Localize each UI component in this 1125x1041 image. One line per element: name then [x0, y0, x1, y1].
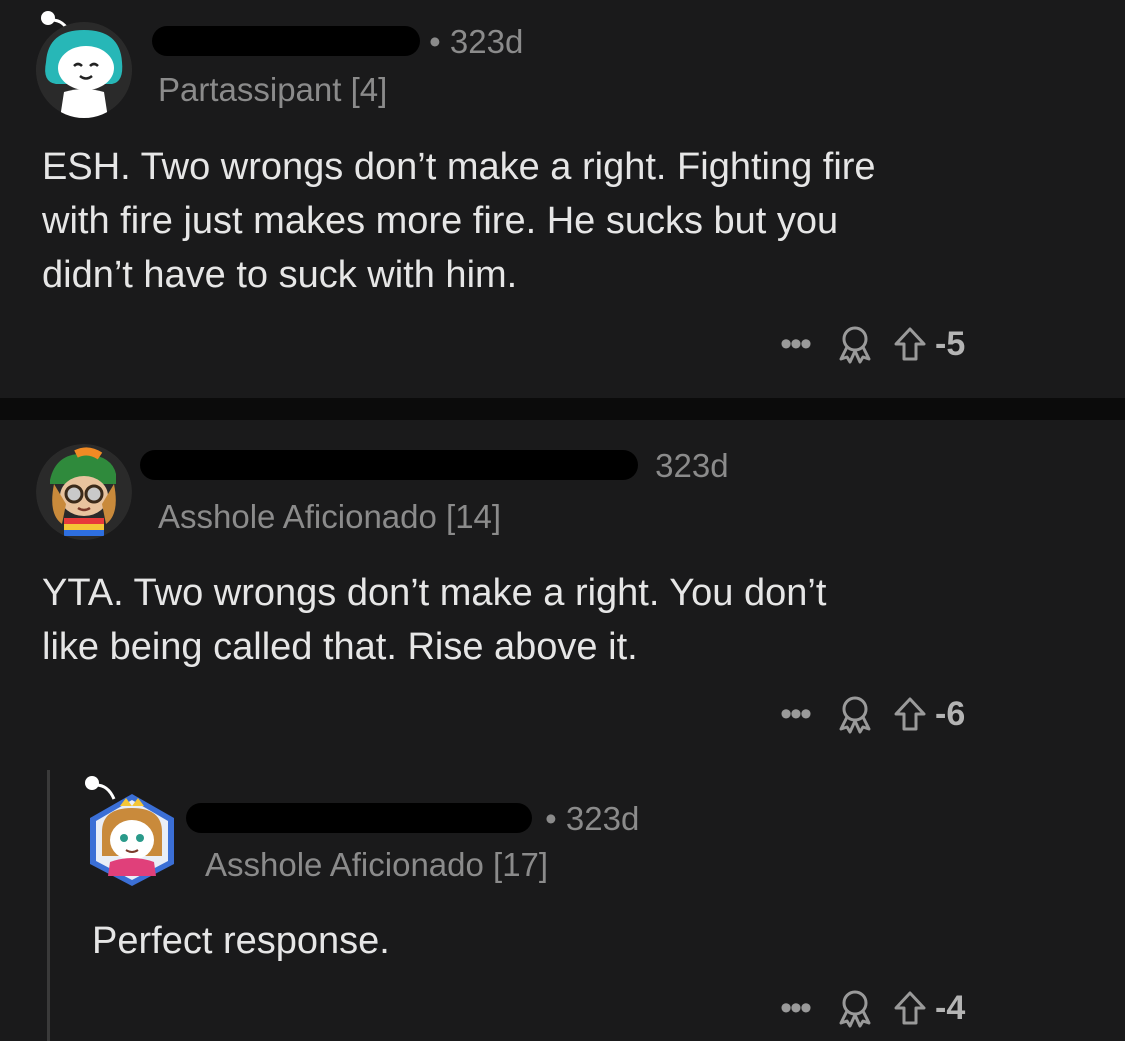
award-icon[interactable]	[825, 986, 885, 1030]
comment-body: Perfect response.	[92, 914, 1092, 968]
comment-actions: ••• -6	[765, 692, 979, 736]
vote-score: -6	[935, 695, 966, 733]
vote-score: -5	[935, 325, 966, 363]
upvote-arrow-icon[interactable]	[885, 692, 935, 736]
upvote-arrow-icon[interactable]	[885, 986, 935, 1030]
comment-timestamp: • 323d	[545, 800, 640, 837]
author-row: • 323d	[186, 799, 639, 839]
vote-score: -4	[935, 989, 966, 1027]
comment-body-line: didn’t have to suck with him.	[42, 254, 518, 296]
user-avatar[interactable]	[36, 22, 132, 118]
award-icon[interactable]	[825, 322, 885, 366]
redacted-username	[186, 803, 532, 834]
comment-1: • 323d Partassipant [4] ESH. Two wrongs …	[0, 0, 1125, 398]
more-options-icon[interactable]: •••	[765, 322, 825, 366]
comment-body-line: Perfect response.	[92, 920, 390, 962]
award-icon[interactable]	[825, 692, 885, 736]
user-flair: Asshole Aficionado [17]	[205, 846, 549, 883]
comment-actions: ••• -5	[765, 322, 979, 366]
comment-body: YTA. Two wrongs don’t make a right. You …	[42, 566, 1102, 674]
comment-actions: ••• -4	[765, 986, 979, 1030]
comment-body-line: ESH. Two wrongs don’t make a right. Figh…	[42, 146, 876, 188]
user-flair: Asshole Aficionado [14]	[158, 498, 502, 535]
comment-timestamp: • 323d	[429, 23, 524, 60]
redacted-username	[140, 450, 638, 481]
user-flair: Partassipant [4]	[158, 71, 388, 108]
author-row: • 323d	[152, 22, 523, 62]
comment-body-line: YTA. Two wrongs don’t make a right. You …	[42, 572, 827, 614]
redacted-username	[152, 26, 420, 57]
comment-body-line: with fire just makes more fire. He sucks…	[42, 200, 839, 242]
comment-divider	[0, 398, 1125, 420]
comment-body: ESH. Two wrongs don’t make a right. Figh…	[42, 140, 1102, 302]
author-row: 323d	[140, 446, 729, 486]
comment-body-line: like being called that. Rise above it.	[42, 626, 638, 668]
comment-timestamp: 323d	[655, 447, 729, 484]
upvote-arrow-icon[interactable]	[885, 322, 935, 366]
reply-thread-line[interactable]	[47, 770, 50, 1041]
user-avatar[interactable]	[36, 444, 132, 540]
more-options-icon[interactable]: •••	[765, 692, 825, 736]
more-options-icon[interactable]: •••	[765, 986, 825, 1030]
user-avatar[interactable]	[86, 792, 178, 888]
